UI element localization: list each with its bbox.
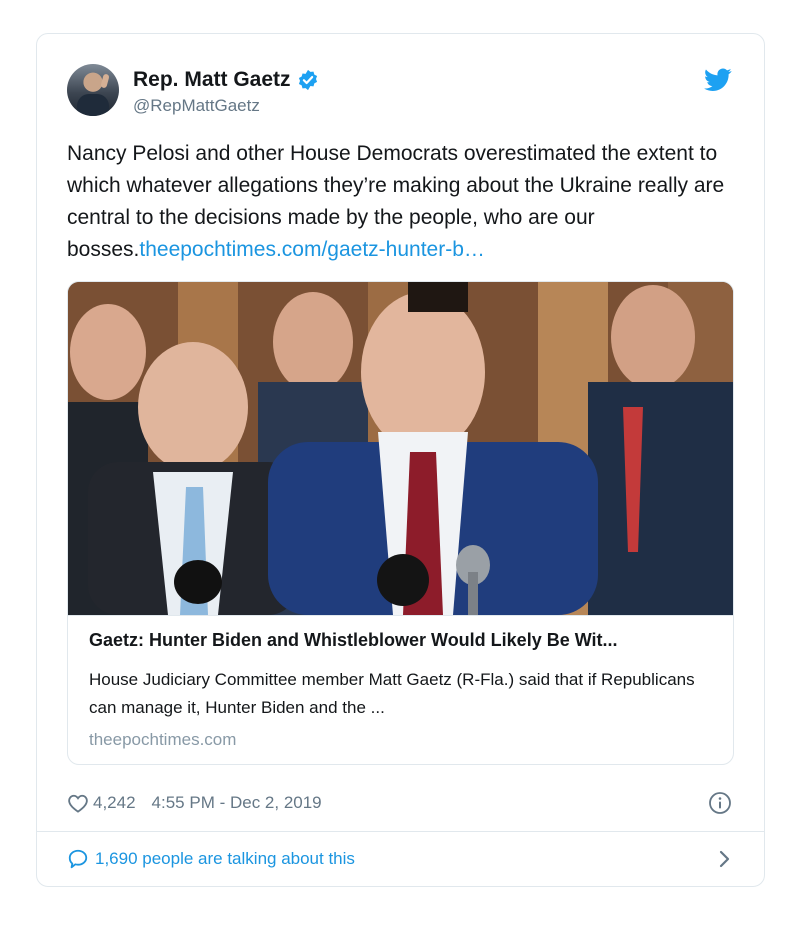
tweet-text: Nancy Pelosi and other House Democrats o… [67, 138, 737, 266]
link-preview-card[interactable]: Gaetz: Hunter Biden and Whistleblower Wo… [67, 281, 734, 765]
card-description: House Judiciary Committee member Matt Ga… [89, 670, 695, 717]
twitter-bird-icon[interactable] [704, 68, 732, 92]
talking-row[interactable]: 1,690 people are talking about this [67, 844, 734, 874]
card-title[interactable]: Gaetz: Hunter Biden and Whistleblower Wo… [89, 630, 618, 651]
author-display-name[interactable]: Rep. Matt Gaetz [133, 68, 291, 92]
avatar[interactable] [67, 64, 119, 116]
info-icon[interactable] [708, 791, 732, 815]
tweet-link[interactable]: theepochtimes.com/gaetz-hunter-b… [139, 238, 485, 261]
tweet-card: Rep. Matt Gaetz @RepMattGaetz Nancy Pelo… [36, 33, 765, 887]
card-image[interactable] [68, 282, 733, 615]
speech-bubble-icon [68, 849, 88, 869]
author-handle[interactable]: @RepMattGaetz [133, 96, 319, 116]
verified-badge-icon [298, 69, 317, 91]
tweet-header: Rep. Matt Gaetz @RepMattGaetz [67, 64, 734, 120]
like-count[interactable]: 4,242 [93, 793, 136, 813]
press-conference-photo [68, 282, 733, 615]
talking-link[interactable]: 1,690 people are talking about this [95, 849, 355, 869]
chevron-right-icon[interactable] [718, 850, 730, 868]
heart-icon[interactable] [67, 793, 89, 813]
tweet-timestamp[interactable]: 4:55 PM - Dec 2, 2019 [152, 793, 322, 813]
tweet-meta: 4,242 4:55 PM - Dec 2, 2019 [67, 789, 734, 817]
card-body[interactable]: Gaetz: Hunter Biden and Whistleblower Wo… [68, 615, 733, 764]
card-domain: theepochtimes.com [89, 730, 237, 749]
author-block[interactable]: Rep. Matt Gaetz @RepMattGaetz [133, 68, 319, 116]
divider [37, 831, 764, 832]
